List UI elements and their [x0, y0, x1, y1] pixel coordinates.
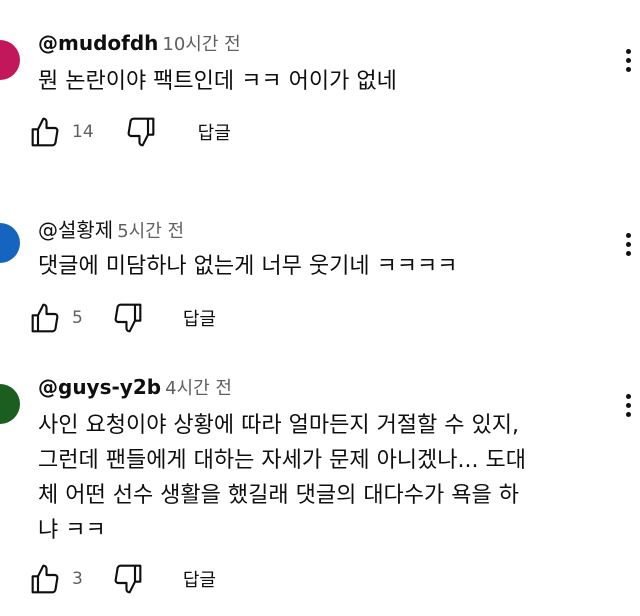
- more-vert-icon[interactable]: [618, 387, 638, 423]
- more-vert-icon[interactable]: [618, 226, 638, 262]
- comment-actions: 3 답글: [30, 561, 216, 597]
- comment-line: 사인 요청이야 상황에 따라 얼마든지 거절할 수 있지,: [38, 413, 519, 438]
- reply-button[interactable]: 답글: [198, 119, 231, 145]
- comment-line: 댓글에 미담하나 없는게 너무 웃기네 ㅋㅋㅋㅋ: [38, 254, 458, 279]
- comment-line: 체 어떤 선수 생활을 했길래 댓글의 대다수가 욕을 하: [38, 483, 519, 508]
- more-vert-icon[interactable]: [618, 42, 638, 78]
- avatar[interactable]: [0, 223, 20, 263]
- dislike-button[interactable]: [111, 302, 143, 334]
- comment-line: 냐 ㅋㅋ: [38, 518, 106, 543]
- like-button[interactable]: 3: [30, 563, 83, 595]
- reply-button[interactable]: 답글: [183, 305, 216, 331]
- author-name[interactable]: @설황제: [38, 218, 113, 242]
- avatar[interactable]: [0, 384, 20, 424]
- comment-text: 사인 요청이야 상황에 따라 얼마든지 거절할 수 있지, 그런데 팬들에게 대…: [38, 408, 600, 548]
- like-button[interactable]: 14: [30, 116, 94, 148]
- thumb-down-icon: [127, 117, 155, 147]
- thumb-up-icon: [31, 303, 59, 333]
- thumb-up-icon: [31, 117, 59, 147]
- dislike-button[interactable]: [124, 116, 156, 148]
- comment-header: @설황제 5시간 전: [38, 214, 184, 243]
- reply-button[interactable]: 답글: [183, 566, 216, 592]
- comment-line: 그런데 팬들에게 대하는 자세가 문제 아니겠나... 도대: [38, 448, 526, 473]
- comment-actions: 5 답글: [30, 300, 216, 336]
- thumb-down-icon: [114, 303, 142, 333]
- like-button[interactable]: 5: [30, 302, 83, 334]
- comment-header: @mudofdh 10시간 전: [38, 30, 241, 56]
- like-count: 5: [72, 308, 83, 328]
- comment-actions: 14 답글: [30, 114, 231, 150]
- timestamp[interactable]: 4시간 전: [165, 378, 232, 399]
- avatar[interactable]: [0, 40, 20, 80]
- comment-text: 댓글에 미담하나 없는게 너무 웃기네 ㅋㅋㅋㅋ: [38, 249, 600, 284]
- like-count: 3: [72, 569, 83, 589]
- comment-text: 뭔 논란이야 팩트인데 ㅋㅋ 어이가 없네: [38, 64, 600, 99]
- dislike-button[interactable]: [111, 563, 143, 595]
- comment-line: 뭔 논란이야 팩트인데 ㅋㅋ 어이가 없네: [38, 69, 397, 94]
- thumb-down-icon: [114, 564, 142, 594]
- comment-header: @guys-y2b 4시간 전: [38, 374, 232, 400]
- timestamp[interactable]: 10시간 전: [162, 34, 240, 55]
- timestamp[interactable]: 5시간 전: [117, 221, 184, 242]
- author-name[interactable]: @mudofdh: [38, 31, 158, 55]
- like-count: 14: [72, 122, 94, 142]
- thumb-up-icon: [31, 564, 59, 594]
- author-name[interactable]: @guys-y2b: [38, 375, 161, 399]
